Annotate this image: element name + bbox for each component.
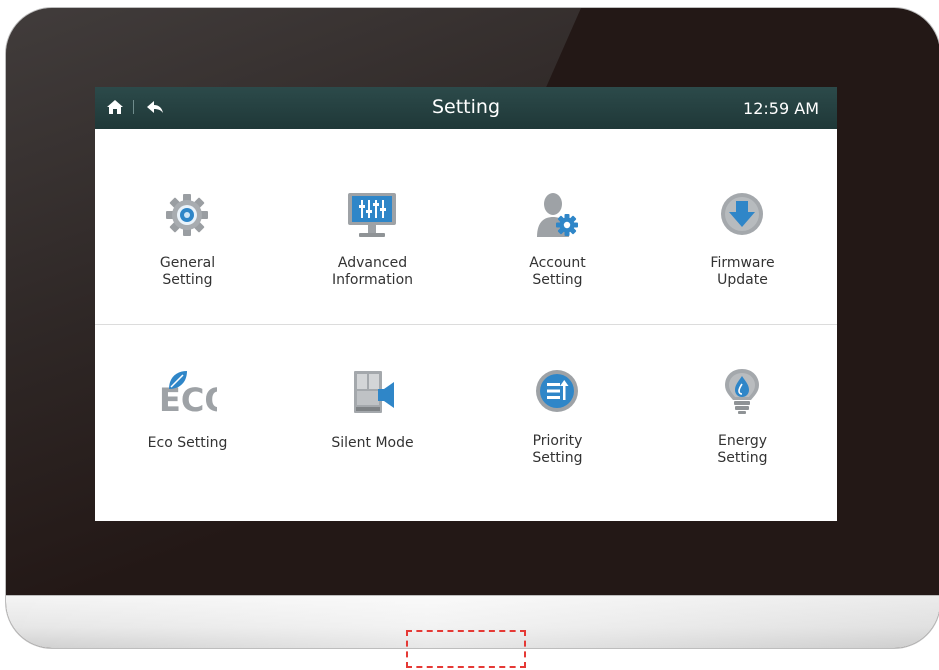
screen: Setting 12:59 AM General Setting Advance… [95, 87, 837, 521]
monitor-equalizer-icon [342, 191, 402, 239]
general-setting-tile[interactable]: General Setting [95, 129, 280, 324]
eco-setting-tile[interactable]: ECO Eco Setting [95, 325, 280, 520]
account-setting-label: Account Setting [529, 255, 586, 288]
sensor-marker [406, 630, 526, 668]
advanced-information-tile[interactable]: Advanced Information [280, 129, 465, 324]
silent-mode-label: Silent Mode [331, 435, 414, 451]
account-setting-tile[interactable]: Account Setting [465, 129, 650, 324]
priority-list-icon [527, 367, 587, 415]
gear-icon [157, 191, 217, 239]
settings-row-1: General Setting Advanced Information Acc… [95, 129, 837, 325]
advanced-information-label: Advanced Information [331, 255, 414, 288]
energy-setting-tile[interactable]: Energy Setting [650, 325, 835, 520]
firmware-update-tile[interactable]: Firmware Update [650, 129, 835, 324]
general-setting-label: General Setting [159, 255, 216, 288]
silent-mode-tile[interactable]: Silent Mode [280, 325, 465, 520]
eco-setting-label: Eco Setting [147, 435, 228, 451]
energy-bulb-icon [712, 367, 772, 415]
silent-unit-icon [342, 367, 402, 415]
download-arrow-icon [712, 191, 772, 239]
page-title: Setting [431, 96, 501, 118]
eco-leaf-icon: ECO [157, 367, 232, 419]
top-bar: Setting 12:59 AM [95, 87, 837, 129]
priority-setting-label: Priority Setting [532, 433, 583, 466]
settings-row-2: ECO Eco Setting [95, 325, 837, 520]
clock-time: 12:59 AM [743, 99, 819, 118]
settings-grid: General Setting Advanced Information Acc… [95, 129, 837, 521]
priority-setting-tile[interactable]: Priority Setting [465, 325, 650, 520]
firmware-update-label: Firmware Update [710, 255, 775, 288]
energy-setting-label: Energy Setting [717, 433, 768, 466]
user-gear-icon [527, 191, 587, 239]
svg-text:ECO: ECO [159, 381, 217, 415]
